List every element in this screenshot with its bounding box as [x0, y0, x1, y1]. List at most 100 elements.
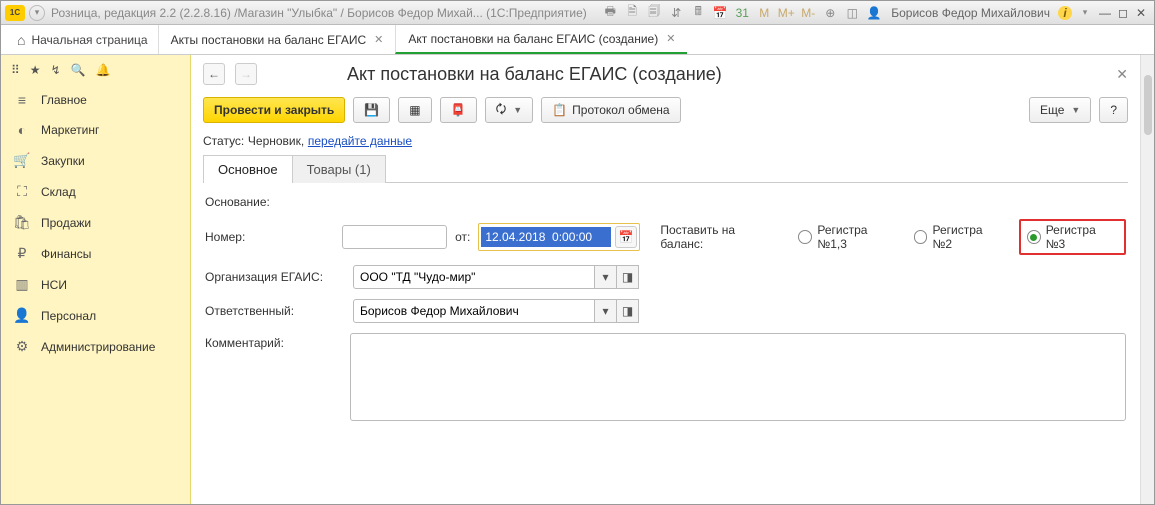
tab-main[interactable]: Основное	[203, 155, 293, 183]
panel-icon[interactable]: ◫	[843, 4, 861, 22]
info-icon[interactable]: i	[1058, 6, 1072, 20]
nav-back-button[interactable]: ←	[203, 63, 225, 85]
menu-icon: ≡	[13, 92, 31, 108]
export-button[interactable]: 📮	[440, 97, 477, 123]
dropdown-button[interactable]: ▾	[595, 299, 617, 323]
radio-label: Регистра №1,3	[817, 223, 899, 251]
resp-input[interactable]	[353, 299, 595, 323]
open-button[interactable]: ◨	[617, 265, 639, 289]
copy-icon[interactable]: 🗐	[645, 4, 663, 22]
row-basis: Основание:	[205, 195, 1126, 209]
row-responsible: Ответственный: ▾ ◨	[205, 299, 1126, 323]
person-icon: 👤	[13, 307, 31, 324]
scrollbar[interactable]	[1140, 55, 1154, 504]
search-icon[interactable]: 🔍	[71, 63, 86, 77]
current-user: Борисов Федор Михайлович	[891, 6, 1050, 20]
sidebar-item-marketing[interactable]: ◐Маркетинг	[1, 115, 190, 145]
home-tab[interactable]: ⌂ Начальная страница	[7, 25, 158, 54]
radio-label: Регистра №3	[1046, 223, 1118, 251]
history-dropdown-icon[interactable]: ▾	[29, 5, 45, 21]
mem-mminus-icon[interactable]: M-	[799, 4, 817, 22]
list-icon: 📋	[552, 103, 567, 117]
sync-button[interactable]: 🗘▼	[485, 97, 534, 123]
open-icon: ◨	[622, 304, 633, 318]
sidebar-item-label: Главное	[41, 93, 87, 107]
tab-acts-list[interactable]: Акты постановки на баланс ЕГАИС ✕	[158, 25, 396, 54]
radio-icon	[1027, 230, 1041, 244]
app-badge: 1C	[5, 5, 25, 21]
date-input[interactable]	[481, 227, 611, 247]
sidebar-item-warehouse[interactable]: ⛶ Склад	[1, 176, 190, 207]
mem-mplus-icon[interactable]: M+	[777, 4, 795, 22]
open-button[interactable]: ◨	[617, 299, 639, 323]
close-icon[interactable]: ✕	[374, 33, 383, 46]
sidebar: ⠿ ★ ↯ 🔍 🔔 ≡ Главное ◐Маркетинг 🛒Закупки ⛶…	[1, 55, 191, 504]
status-link[interactable]: передайте данные	[308, 134, 412, 148]
sidebar-item-personnel[interactable]: 👤 Персонал	[1, 300, 190, 331]
help-button[interactable]: ?	[1099, 97, 1128, 123]
bell-icon[interactable]: 🔔	[96, 63, 111, 77]
home-label: Начальная страница	[31, 33, 147, 47]
history-icon[interactable]: ↯	[51, 63, 61, 77]
print-icon[interactable]: 🖶	[601, 4, 619, 22]
floppy-icon: 💾	[364, 103, 379, 117]
user-icon: 👤	[865, 4, 883, 22]
comment-textarea[interactable]	[350, 333, 1126, 421]
sidebar-item-nsi[interactable]: ▥НСИ	[1, 269, 190, 300]
chevron-down-icon: ▾	[602, 270, 608, 284]
resp-combo: ▾ ◨	[353, 299, 639, 323]
dropdown-button[interactable]: ▾	[595, 265, 617, 289]
page-title: Акт постановки на баланс ЕГАИС (создание…	[347, 64, 722, 85]
number-input[interactable]	[342, 225, 447, 249]
more-button[interactable]: Еще▼	[1029, 97, 1091, 123]
favorites-icon[interactable]: ★	[30, 63, 41, 77]
info-dropdown-icon[interactable]: ▾	[1076, 4, 1094, 22]
radio-reg1[interactable]: Регистра №1,3	[798, 223, 899, 251]
save-icon[interactable]: 🗎	[623, 4, 641, 22]
sidebar-item-admin[interactable]: ⚙Администрирование	[1, 331, 190, 362]
org-label: Организация ЕГАИС:	[205, 270, 345, 284]
nav-forward-button[interactable]: →	[235, 63, 257, 85]
row-number: Номер: от: 📅 Поставить на баланс: Регист…	[205, 219, 1126, 255]
protocol-label: Протокол обмена	[572, 103, 669, 117]
sidebar-item-label: Склад	[41, 185, 76, 199]
mem-m-icon[interactable]: M	[755, 4, 773, 22]
box-icon: ⛶	[13, 183, 31, 200]
maximize-button[interactable]: ◻	[1114, 5, 1132, 21]
sidebar-item-finance[interactable]: ₽Финансы	[1, 238, 190, 269]
tab-label: Акты постановки на баланс ЕГАИС	[171, 33, 367, 47]
sidebar-item-label: Персонал	[41, 309, 96, 323]
sidebar-item-sales[interactable]: 🛍Продажи	[1, 207, 190, 238]
chevron-down-icon: ▼	[513, 105, 522, 115]
close-page-button[interactable]: ✕	[1116, 66, 1128, 83]
date-icon[interactable]: 31	[733, 4, 751, 22]
row-comment: Комментарий:	[205, 333, 1126, 421]
calc-icon[interactable]: 🖩	[689, 4, 707, 22]
org-input[interactable]	[353, 265, 595, 289]
sidebar-item-purchases[interactable]: 🛒Закупки	[1, 145, 190, 176]
gear-icon: ⚙	[13, 338, 31, 355]
tab-act-create[interactable]: Акт постановки на баланс ЕГАИС (создание…	[395, 25, 687, 54]
calendar-button[interactable]: 📅	[615, 226, 637, 248]
save-button[interactable]: 💾	[353, 97, 390, 123]
radio-reg3[interactable]: Регистра №3	[1027, 223, 1118, 251]
chevron-down-icon: ▾	[602, 304, 608, 318]
tab-goods[interactable]: Товары (1)	[292, 155, 386, 183]
sidebar-item-label: НСИ	[41, 278, 67, 292]
close-window-button[interactable]: ✕	[1132, 5, 1150, 21]
post-button[interactable]: ▦	[398, 97, 431, 123]
calendar-icon[interactable]: 📅	[711, 4, 729, 22]
scrollbar-thumb[interactable]	[1144, 75, 1152, 135]
main: ← → Акт постановки на баланс ЕГАИС (созд…	[191, 55, 1154, 504]
commit-close-button[interactable]: Провести и закрыть	[203, 97, 345, 123]
protocol-button[interactable]: 📋 Протокол обмена	[541, 97, 680, 123]
compare-icon[interactable]: ⇵	[667, 4, 685, 22]
apps-icon[interactable]: ⠿	[11, 63, 20, 77]
minimize-button[interactable]: —	[1096, 5, 1114, 21]
radio-reg2[interactable]: Регистра №2	[914, 223, 1005, 251]
sidebar-item-main[interactable]: ≡ Главное	[1, 85, 190, 115]
close-icon[interactable]: ✕	[666, 32, 675, 45]
sidebar-item-label: Закупки	[41, 154, 85, 168]
zoom-icon[interactable]: ⊕	[821, 4, 839, 22]
from-label: от:	[455, 230, 470, 244]
